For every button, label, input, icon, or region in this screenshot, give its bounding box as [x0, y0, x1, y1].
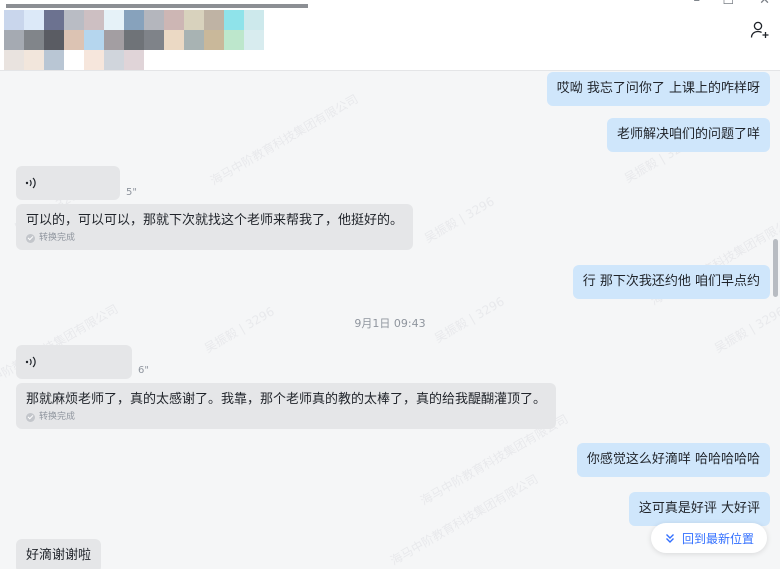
transcribe-status: 转换完成	[26, 412, 546, 423]
message-timestamp: 9月1日 09:43	[354, 317, 426, 330]
avatar-mosaic-tile	[124, 50, 144, 70]
avatar-mosaic-tile	[64, 30, 84, 50]
transcript-text: 那就麻烦老师了，真的太感谢了。我靠，那个老师真的教的太棒了，真的给我醍醐灌顶了。	[26, 392, 547, 407]
avatar-mosaic-tile	[64, 10, 84, 30]
chat-title-avatar-mosaic[interactable]	[0, 4, 312, 71]
transcribe-status-label: 转换完成	[39, 233, 76, 243]
outgoing-message[interactable]: 哎呦 我忘了问你了 上课上的咋样呀	[546, 72, 770, 106]
avatar-mosaic-tile	[4, 30, 24, 50]
avatar-mosaic-tile	[4, 50, 24, 70]
chat-header: – ☐ ✕	[0, 0, 780, 71]
watermark: 吴振毅 | 3296	[421, 194, 497, 246]
check-icon	[26, 234, 35, 243]
minimize-button[interactable]: –	[694, 0, 701, 8]
avatar-mosaic-tile	[104, 30, 124, 50]
transcript-text: 可以的，可以可以，那就下次就找这个老师来帮我了，他挺好的。	[26, 213, 404, 228]
voice-message[interactable]	[16, 345, 132, 379]
outgoing-message[interactable]: 你感觉这么好滴咩 哈哈哈哈哈	[576, 443, 770, 477]
outgoing-message[interactable]: 老师解决咱们的问题了咩	[606, 118, 770, 152]
voice-duration: 6"	[138, 365, 149, 376]
avatar-mosaic-tile	[244, 10, 264, 30]
incoming-message[interactable]: 好滴谢谢啦	[16, 539, 102, 569]
avatar-mosaic-tile	[64, 50, 84, 70]
message-list[interactable]: 海马中阶教育科技集团有限公司 吴振毅 | 3296 吴振毅 | 3296 吴振毅…	[0, 71, 780, 569]
voice-wave-icon	[25, 356, 36, 368]
avatar-mosaic-tile	[164, 30, 184, 50]
avatar-mosaic-tile	[144, 30, 164, 50]
avatar-mosaic-tile	[224, 30, 244, 50]
watermark: 海马中阶教育科技集团有限公司	[208, 91, 361, 188]
avatar-mosaic-tile	[104, 50, 124, 70]
scrollbar-thumb[interactable]	[773, 239, 778, 297]
avatar-mosaic-tile	[204, 10, 224, 30]
transcribe-status: 转换完成	[26, 233, 403, 244]
title-bar-strip	[6, 4, 308, 8]
avatar-mosaic-tile	[44, 10, 64, 30]
outgoing-message[interactable]: 行 那下次我还约他 咱们早点约	[572, 265, 770, 299]
jump-to-latest-label: 回到最新位置	[681, 531, 754, 546]
add-user-icon[interactable]	[750, 20, 770, 40]
check-icon	[26, 413, 35, 422]
avatar-mosaic-tile	[84, 30, 104, 50]
voice-transcript[interactable]: 可以的，可以可以，那就下次就找这个老师来帮我了，他挺好的。 转换完成	[16, 204, 414, 250]
voice-duration: 5"	[126, 187, 137, 198]
outgoing-message[interactable]: 这可真是好评 大好评	[628, 492, 770, 526]
avatar-mosaic-tile	[24, 50, 44, 70]
watermark: 海马中阶教育科技集团有限公司	[388, 471, 541, 568]
double-chevron-down-icon	[665, 534, 674, 543]
avatar-mosaic-tile	[4, 10, 24, 30]
voice-message[interactable]	[16, 166, 120, 200]
avatar-mosaic-tile	[244, 30, 264, 50]
avatar-mosaic-tile	[124, 30, 144, 50]
avatar-mosaic-tile	[84, 10, 104, 30]
avatar-mosaic-tile	[164, 10, 184, 30]
avatar-mosaic-tile	[224, 10, 244, 30]
voice-transcript[interactable]: 那就麻烦老师了，真的太感谢了。我靠，那个老师真的教的太棒了，真的给我醍醐灌顶了。…	[16, 383, 557, 429]
avatar-mosaic-tile	[184, 10, 204, 30]
avatar-mosaic-tile	[24, 10, 44, 30]
avatar-mosaic-tile	[44, 30, 64, 50]
avatar-mosaic-tile	[84, 50, 104, 70]
avatar-mosaic-tile	[124, 10, 144, 30]
maximize-button[interactable]: ☐	[722, 0, 734, 8]
avatar-mosaic-tile	[44, 50, 64, 70]
avatar-mosaic-tile	[204, 30, 224, 50]
close-button[interactable]: ✕	[759, 0, 770, 8]
avatar-mosaic-tile	[184, 30, 204, 50]
voice-wave-icon	[25, 177, 36, 189]
transcribe-status-label: 转换完成	[39, 412, 76, 422]
avatar-mosaic-tile	[144, 10, 164, 30]
jump-to-latest-button[interactable]: 回到最新位置	[651, 523, 767, 553]
avatar-mosaic-tile	[104, 10, 124, 30]
avatar-mosaic-tile	[24, 30, 44, 50]
